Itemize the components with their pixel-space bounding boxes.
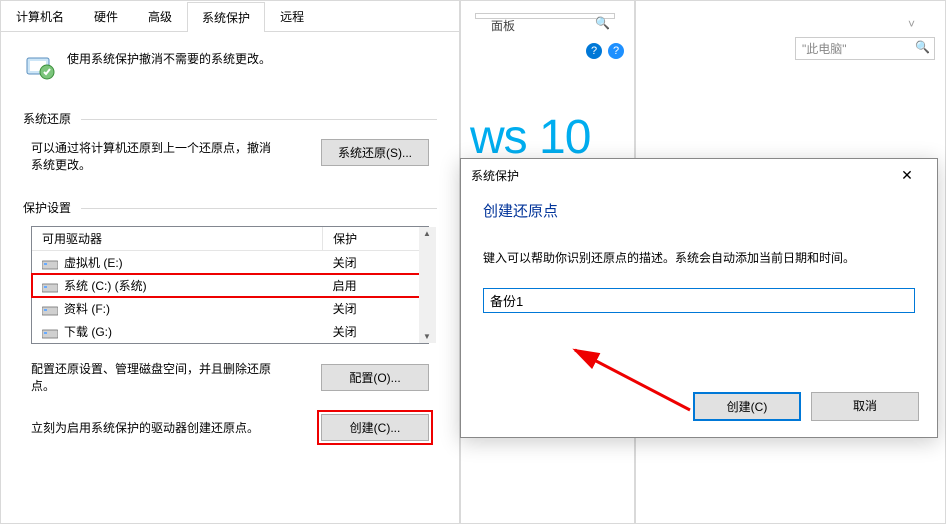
configure-button[interactable]: 配置(O)... (321, 364, 429, 391)
drive-icon (42, 304, 58, 316)
help-icon[interactable]: ? (586, 43, 602, 59)
drive-icon (42, 281, 58, 293)
drive-name: 资料 (F:) (64, 302, 110, 316)
configure-desc: 配置还原设置、管理磁盘空间，并且删除还原点。 (31, 360, 281, 394)
drive-table[interactable]: 可用驱动器 保护 虚拟机 (E:)关闭系统 (C:) (系统)启用资料 (F:)… (31, 226, 429, 344)
restore-point-name-input[interactable] (483, 288, 915, 313)
col-status[interactable]: 保护 (323, 227, 428, 251)
drive-status: 关闭 (323, 297, 428, 320)
help-icon[interactable]: ? (608, 43, 624, 59)
tab-hardware[interactable]: 硬件 (79, 1, 133, 31)
tab-system-protection[interactable]: 系统保护 (187, 2, 265, 32)
drive-icon (42, 327, 58, 339)
modal-cancel-button[interactable]: 取消 (811, 392, 919, 421)
drive-icon (42, 258, 58, 270)
windows10-logo-text: ws 10 (470, 110, 590, 165)
system-properties-dialog: 计算机名 硬件 高级 系统保护 远程 使用系统保护撤消不需要的系统更改。 系统还… (0, 0, 460, 524)
search-placeholder: "此电脑" (802, 42, 847, 56)
section-protection-title: 保护设置 (23, 199, 437, 216)
section-restore-desc: 可以通过将计算机还原到上一个还原点，撤消系统更改。 (31, 139, 271, 173)
search-icon: 🔍 (915, 40, 930, 54)
panel-label: 面板 (491, 17, 515, 34)
col-drive[interactable]: 可用驱动器 (32, 227, 323, 251)
create-desc: 立刻为启用系统保护的驱动器创建还原点。 (31, 419, 259, 436)
table-row[interactable]: 虚拟机 (E:) 关闭 (32, 251, 428, 275)
table-row[interactable]: 下载 (G:) 关闭 (32, 320, 428, 343)
drive-name: 系统 (C:) (系统) (64, 279, 147, 293)
search-input-panel[interactable]: 🔍 (475, 13, 615, 19)
section-restore-title: 系统还原 (23, 110, 437, 127)
tab-computer-name[interactable]: 计算机名 (1, 1, 79, 31)
modal-desc: 键入可以帮助你识别还原点的描述。系统会自动添加当前日期和时间。 (483, 249, 915, 266)
system-protection-icon (23, 50, 55, 82)
modal-heading: 创建还原点 (483, 200, 915, 221)
search-input-explorer[interactable]: "此电脑" 🔍 (795, 37, 935, 60)
tab-remote[interactable]: 远程 (265, 1, 319, 31)
scrollbar[interactable] (419, 227, 436, 343)
table-row[interactable]: 系统 (C:) (系统) 启用 (32, 274, 428, 297)
drive-status: 关闭 (323, 251, 428, 275)
chevron-down-icon[interactable]: ˅ (908, 17, 915, 31)
system-restore-button[interactable]: 系统还原(S)... (321, 139, 429, 166)
tab-advanced[interactable]: 高级 (133, 1, 187, 31)
drive-status: 启用 (323, 274, 428, 297)
search-icon: 🔍 (595, 16, 610, 30)
tabs: 计算机名 硬件 高级 系统保护 远程 (1, 1, 459, 32)
modal-title: 系统保护 (471, 167, 519, 184)
intro-text: 使用系统保护撤消不需要的系统更改。 (67, 50, 271, 67)
create-restore-point-dialog: 系统保护 ✕ 创建还原点 键入可以帮助你识别还原点的描述。系统会自动添加当前日期… (460, 158, 938, 438)
drive-name: 下载 (G:) (64, 325, 112, 339)
drive-status: 关闭 (323, 320, 428, 343)
close-icon[interactable]: ✕ (887, 167, 927, 184)
modal-create-button[interactable]: 创建(C) (693, 392, 801, 421)
create-button[interactable]: 创建(C)... (321, 414, 429, 441)
table-row[interactable]: 资料 (F:) 关闭 (32, 297, 428, 320)
drive-name: 虚拟机 (E:) (64, 256, 123, 270)
help-icons: ? ? (586, 43, 624, 59)
